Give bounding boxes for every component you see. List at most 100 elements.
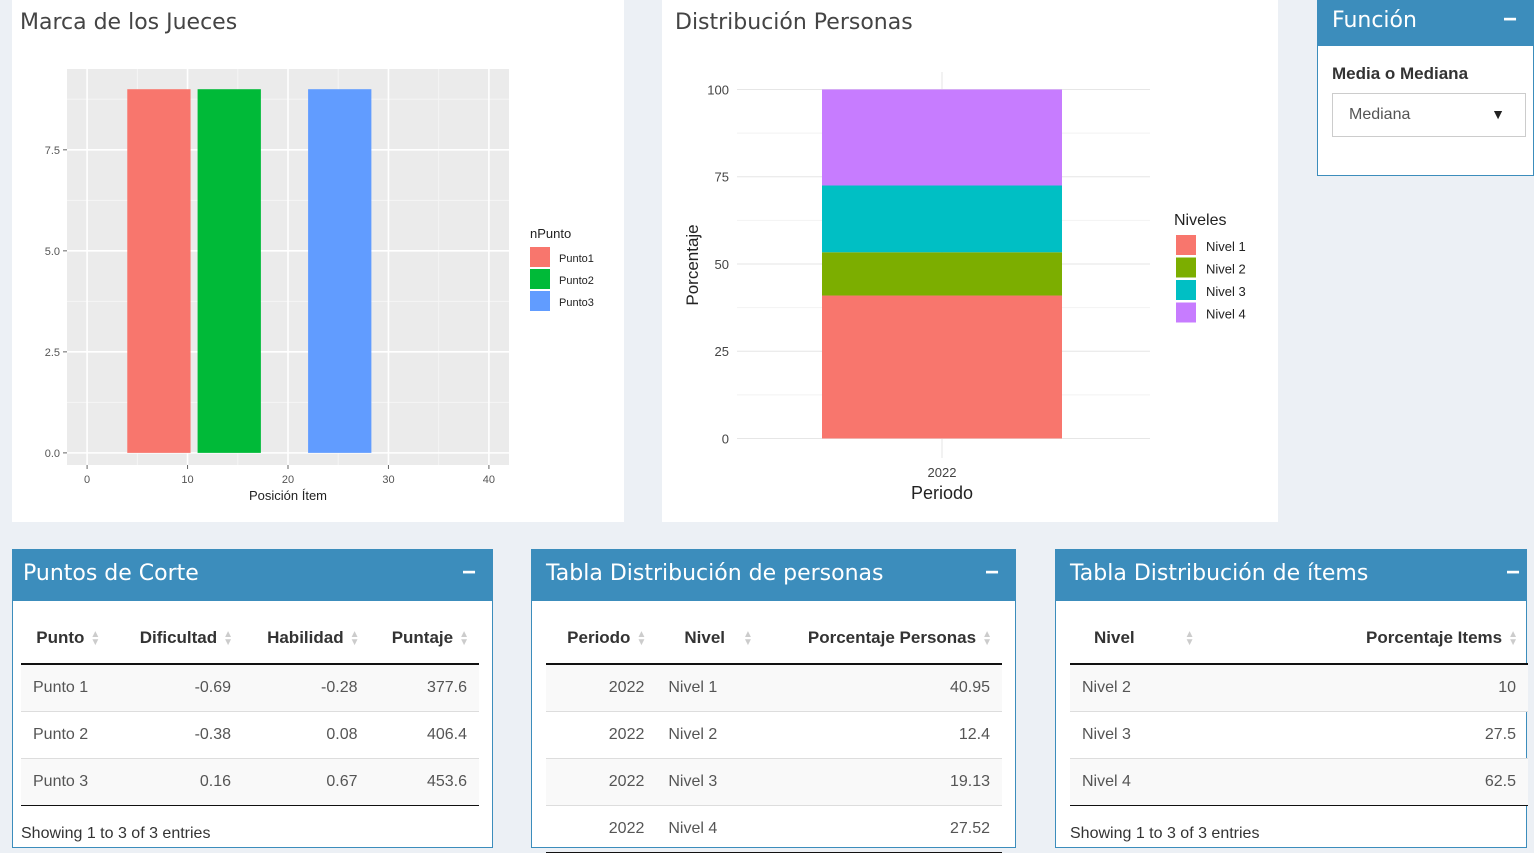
cell: 40.95: [774, 664, 1002, 712]
cell: Punto 1: [21, 664, 116, 712]
sort-icon: ▲ ▼: [223, 628, 234, 648]
table-row: 2022 Nivel 1 40.95: [546, 664, 1002, 712]
y-tick-label: 2.5: [45, 347, 60, 359]
y-tick-label: 75: [715, 170, 729, 185]
legend-label: Punto1: [559, 253, 594, 265]
x-tick-label: 2022: [928, 465, 957, 480]
legend-label: Nivel 4: [1206, 307, 1246, 322]
legend-label: Nivel 3: [1206, 284, 1246, 299]
persons-stacked-chart: 0 25 50 75 100 2022 Periodo Porcentaje Niveles Ni…: [683, 72, 1246, 503]
col-header-dificultad[interactable]: Dificultad ▲ ▼: [115, 613, 244, 665]
funcion-title: Función: [1332, 8, 1417, 33]
puntos-box: Puntos de Corte − Punto ▲ ▼ Dificultad ▲ ▼ H…: [12, 549, 493, 848]
sort-icon: ▲ ▼: [1508, 628, 1518, 648]
items-table: Nivel ▲ ▼ Porcentaje Items ▲ ▼ Nivel 2 10 Niv…: [1070, 613, 1528, 806]
col-header-punto[interactable]: Punto ▲ ▼: [21, 613, 116, 665]
personas-table: Periodo ▲ ▼ Nivel ▲ ▼ Porcentaje Personas ▲ ▼ …: [546, 613, 1002, 853]
cell: Nivel 1: [656, 664, 775, 712]
cell: Punto 2: [21, 711, 116, 759]
sort-icon: ▲ ▼: [459, 628, 469, 648]
items-box: Tabla Distribución de ítems − Nivel ▲ ▼ Po…: [1055, 549, 1528, 848]
x-tick-label: 40: [483, 474, 495, 486]
col-header-nivel[interactable]: Nivel ▲ ▼: [1070, 613, 1272, 665]
y-tick-label: 25: [715, 344, 729, 359]
col-header-periodo[interactable]: Periodo ▲ ▼: [546, 613, 657, 665]
personas-box: Tabla Distribución de personas − Periodo…: [531, 549, 1016, 853]
cell: 27.52: [774, 805, 1002, 853]
items-title: Tabla Distribución de ítems: [1070, 561, 1369, 586]
items-table-info: Showing 1 to 3 of 3 entries: [1070, 825, 1260, 842]
col-header-porcentaje-items[interactable]: Porcentaje Items ▲ ▼: [1271, 613, 1528, 665]
y-tick-label: 5.0: [45, 246, 60, 258]
sort-icon: ▲ ▼: [636, 628, 647, 648]
legend-label: Punto2: [559, 275, 594, 287]
cell: Nivel 3: [1070, 711, 1272, 759]
legend-key: [1176, 280, 1196, 300]
legend-key: [530, 291, 550, 311]
sort-icon: ▲ ▼: [90, 628, 101, 648]
col-header-nivel[interactable]: Nivel ▲ ▼: [656, 613, 775, 665]
x-tick-label: 10: [181, 474, 193, 486]
legend-key: [530, 247, 550, 267]
y-tick-label: 50: [715, 257, 729, 272]
cell: -0.69: [115, 664, 244, 712]
items-collapse-button[interactable]: −: [1506, 559, 1520, 587]
table-row: 2022 Nivel 2 12.4: [546, 711, 1002, 759]
table-row: Punto 3 0.16 0.67 453.6: [21, 758, 479, 806]
puntos-header: Puntos de Corte −: [13, 549, 492, 601]
col-header-habilidad[interactable]: Habilidad ▲ ▼: [243, 613, 370, 665]
legend-label: Nivel 2: [1206, 262, 1246, 277]
personas-header: Tabla Distribución de personas −: [532, 549, 1015, 601]
media-mediana-select[interactable]: Mediana ▼: [1332, 93, 1526, 137]
cell: Punto 3: [21, 758, 116, 806]
y-tick-label: 100: [707, 82, 729, 97]
y-axis-label: Porcentaje: [683, 224, 702, 305]
cell: 2022: [546, 805, 657, 853]
cell: 0.16: [115, 758, 244, 806]
funcion-box: Función − Media o Mediana Mediana ▼: [1317, 0, 1534, 176]
col-header-porcentaje-personas[interactable]: Porcentaje Personas ▲ ▼: [774, 613, 1002, 665]
legend-title: nPunto: [530, 226, 571, 241]
cell: -0.38: [115, 711, 244, 759]
cell: Nivel 3: [656, 758, 775, 806]
x-axis-label: Posición Ítem: [249, 488, 327, 503]
cell: Nivel 4: [656, 805, 775, 853]
puntos-collapse-button[interactable]: −: [462, 559, 476, 587]
y-tick-label: 0: [722, 431, 729, 446]
x-tick-label: 0: [84, 474, 90, 486]
cell: Nivel 2: [656, 711, 775, 759]
table-row: 2022 Nivel 4 27.52: [546, 805, 1002, 853]
cell: 62.5: [1271, 758, 1528, 806]
plot-persons-panel: Distribución Personas 0 25 50 75 100 2022 Peri…: [662, 0, 1278, 522]
table-row: 2022 Nivel 3 19.13: [546, 758, 1002, 806]
bar-punto3: [308, 89, 372, 453]
x-axis-label: Periodo: [911, 483, 973, 503]
legend-label: Nivel 1: [1206, 239, 1246, 254]
cell: 2022: [546, 664, 657, 712]
funcion-label: Media o Mediana: [1332, 64, 1469, 83]
table-row: Nivel 3 27.5: [1070, 711, 1528, 759]
legend-key: [530, 269, 550, 289]
puntos-title: Puntos de Corte: [23, 561, 199, 586]
plot-judges-panel: Marca de los Jueces 0 10 20 30 40 0.0 2.5 5.0 7.…: [12, 0, 624, 522]
bar-punto1: [127, 89, 191, 453]
cell: 377.6: [369, 664, 479, 712]
cell: 19.13: [774, 758, 1002, 806]
cell: 2022: [546, 758, 657, 806]
personas-title: Tabla Distribución de personas: [546, 561, 884, 586]
cell: -0.28: [243, 664, 370, 712]
table-row: Punto 2 -0.38 0.08 406.4: [21, 711, 479, 759]
col-header-puntaje[interactable]: Puntaje ▲ ▼: [369, 613, 479, 665]
bar-punto2: [197, 89, 261, 453]
personas-collapse-button[interactable]: −: [985, 559, 999, 587]
stack-segment: [822, 295, 1062, 439]
legend-title: Niveles: [1174, 212, 1226, 229]
select-value: Mediana: [1349, 106, 1411, 123]
funcion-collapse-button[interactable]: −: [1503, 6, 1517, 34]
sort-icon: ▲ ▼: [1184, 628, 1195, 648]
items-header: Tabla Distribución de ítems −: [1056, 549, 1526, 601]
judges-bar-chart: 0 10 20 30 40 0.0 2.5 5.0 7.5 Posición Ítem nPunto…: [45, 69, 594, 503]
sort-icon: ▲ ▼: [349, 628, 360, 648]
cell: 10: [1271, 664, 1528, 712]
x-tick-label: 30: [382, 474, 394, 486]
